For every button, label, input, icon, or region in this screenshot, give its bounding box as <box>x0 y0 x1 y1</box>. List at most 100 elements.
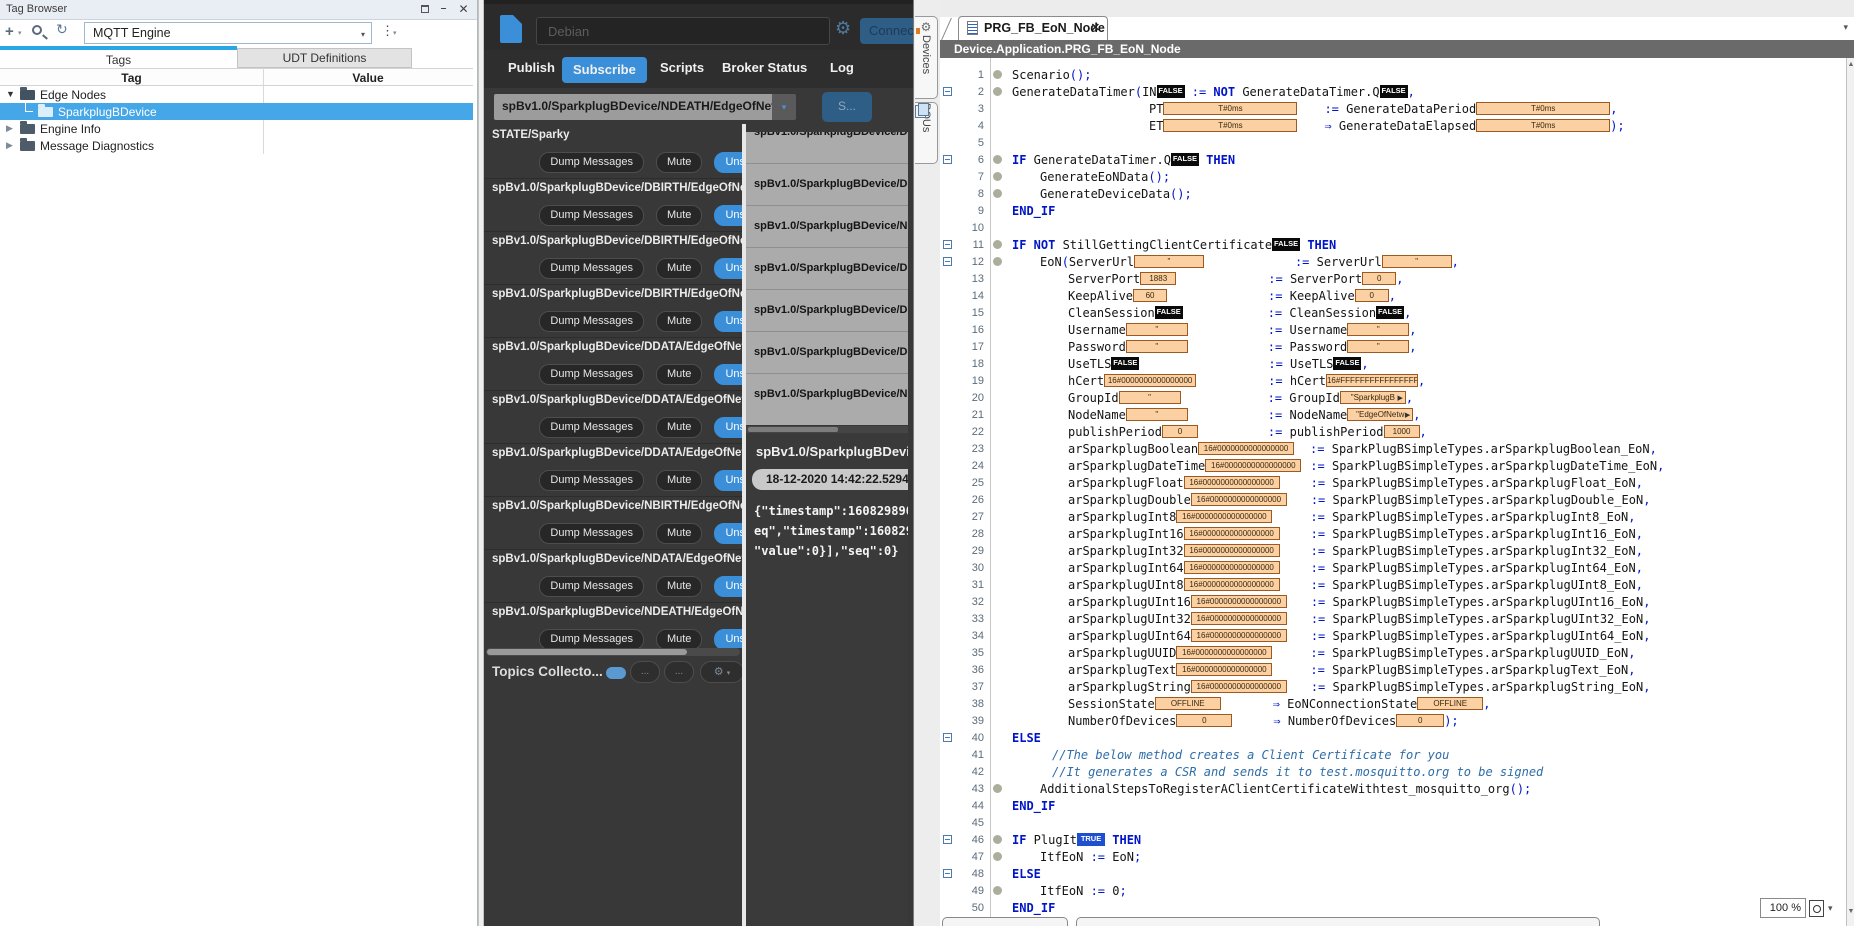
monitor-value-box[interactable]: 16#0000000000000000 <box>1198 442 1294 455</box>
fold-margin[interactable] <box>940 155 954 164</box>
code-text[interactable]: NodeName":= NodeName"EdgeOfNetw▶, <box>1008 408 1421 422</box>
restore-window-icon[interactable] <box>421 5 429 13</box>
monitor-value-box[interactable]: T#0ms <box>1476 119 1610 132</box>
unsubscribe-button[interactable]: Uns <box>714 470 742 491</box>
close-window-icon[interactable]: ✕ <box>458 3 469 14</box>
topics-collector-settings-button[interactable]: ⚙ ▾ <box>700 661 744 683</box>
mute-button[interactable]: Mute <box>656 417 702 438</box>
mute-button[interactable]: Mute <box>656 523 702 544</box>
dump-messages-button[interactable]: Dump Messages <box>539 258 644 279</box>
unsubscribe-button[interactable]: Uns <box>714 258 742 279</box>
fold-collapse-icon[interactable] <box>943 155 952 164</box>
payload-timestamp-badge[interactable]: 18-12-2020 14:42:22.5294265 <box>752 469 908 490</box>
tree-collapsed-icon[interactable]: ▶ <box>6 123 13 134</box>
subscription-row[interactable]: spBv1.0/SparkplugBDevice/DBIRTH/EdgeOfNe… <box>484 179 742 232</box>
tree-item-edge-nodes[interactable]: ▼Edge Nodes <box>0 86 473 103</box>
code-text[interactable]: AdditionalStepsToRegisterAClientCertific… <box>1008 782 1531 796</box>
message-row[interactable]: spBv1.0/SparkplugBDevice/DDAT <box>746 331 908 373</box>
unsubscribe-button[interactable]: Uns <box>714 576 742 597</box>
code-text[interactable]: hCert16#0000000000000000:= hCert16#FFFFF… <box>1008 374 1425 388</box>
fold-margin[interactable] <box>940 733 954 742</box>
fold-collapse-icon[interactable] <box>943 835 952 844</box>
message-row[interactable]: spBv1.0/SparkplugBDevice/DDAT <box>746 247 908 289</box>
dump-messages-button[interactable]: Dump Messages <box>539 311 644 332</box>
subscription-row[interactable]: spBv1.0/SparkplugBDevice/NDEATH/EdgeOfNe… <box>484 603 742 648</box>
code-area[interactable]: 1Scenario();2GenerateDataTimer(INFALSE :… <box>940 58 1846 926</box>
code-text[interactable]: GenerateDataTimer(INFALSE := NOT Generat… <box>1008 85 1415 99</box>
monitor-value-box[interactable]: 0 <box>1362 272 1396 285</box>
fold-margin[interactable] <box>940 835 954 844</box>
code-text[interactable]: ELSE <box>1008 731 1041 745</box>
mqtt-tab-publish[interactable]: Publish <box>508 60 555 75</box>
code-text[interactable]: publishPeriod0:= publishPeriod1000, <box>1008 425 1427 439</box>
subscription-row[interactable]: spBv1.0/SparkplugBDevice/DDATA/EdgeOfNet… <box>484 338 742 391</box>
monitor-value-box[interactable]: 16#0000000000000000 <box>1184 527 1280 540</box>
monitor-value-box[interactable]: " <box>1126 323 1188 336</box>
mqtt-tab-broker-status[interactable]: Broker Status <box>722 60 807 75</box>
code-text[interactable]: arSparkplugString16#0000000000000000:= S… <box>1008 680 1650 694</box>
monitor-value-box[interactable]: 16#0000000000000000 <box>1191 680 1287 693</box>
topics-collector-toggle[interactable] <box>606 667 626 679</box>
code-text[interactable]: ELSE <box>1008 867 1041 881</box>
mute-button[interactable]: Mute <box>656 205 702 226</box>
subscription-row[interactable]: spBv1.0/SparkplugBDevice/NBIRTH/EdgeOfNe… <box>484 497 742 550</box>
tree-item-message-diagnostics[interactable]: ▶Message Diagnostics <box>0 137 473 154</box>
editor-tab-prg-fb-eon-node[interactable]: PRG_FB_EoN_Node ✕ <box>958 16 1108 40</box>
subscription-row[interactable]: STATE/SparkyDump MessagesMuteUns <box>484 126 742 179</box>
tree-item-engine-info[interactable]: ▶Engine Info <box>0 120 473 137</box>
mute-button[interactable]: Mute <box>656 311 702 332</box>
monitor-value-true[interactable]: TRUE <box>1077 833 1105 846</box>
code-text[interactable]: arSparkplugUInt1616#0000000000000000:= S… <box>1008 595 1650 609</box>
code-text[interactable]: arSparkplugFloat16#0000000000000000:= Sp… <box>1008 476 1643 490</box>
dump-messages-button[interactable]: Dump Messages <box>539 205 644 226</box>
code-text[interactable]: arSparkplugUInt3216#0000000000000000:= S… <box>1008 612 1650 626</box>
topic-dropdown-icon[interactable]: ▾ <box>772 94 796 120</box>
monitor-value-box[interactable]: 16#0000000000000000 <box>1184 578 1280 591</box>
tab-list-dropdown-icon[interactable]: ▾ <box>1843 22 1848 33</box>
fold-collapse-icon[interactable] <box>943 87 952 96</box>
code-text[interactable]: Scenario(); <box>1008 68 1091 82</box>
monitor-value-false[interactable]: FALSE <box>1155 306 1183 319</box>
add-tag-dropdown-icon[interactable]: ▾ <box>18 29 22 37</box>
tree-item-sparkplugbdevice[interactable]: SparkplugBDevice <box>0 103 473 120</box>
dump-messages-button[interactable]: Dump Messages <box>539 364 644 385</box>
subscribe-button[interactable]: S... <box>822 92 872 122</box>
zoom-magnifier-icon[interactable] <box>1809 900 1824 917</box>
monitor-value-false[interactable]: FALSE <box>1380 85 1408 98</box>
monitor-value-box[interactable]: 60 <box>1133 289 1167 302</box>
code-text[interactable]: arSparkplugInt6416#0000000000000000:= Sp… <box>1008 561 1643 575</box>
monitor-value-box[interactable]: 16#0000000000000000 <box>1176 510 1272 523</box>
scroll-up-icon[interactable]: ▲ <box>1847 61 1854 68</box>
connect-button[interactable]: Connect <box>860 18 913 44</box>
unsubscribe-button[interactable]: Uns <box>714 629 742 648</box>
code-text[interactable]: arSparkplugUUID16#0000000000000000:= Spa… <box>1008 646 1636 660</box>
code-text[interactable]: END_IF <box>1008 799 1055 813</box>
code-text[interactable]: arSparkplugText16#0000000000000000:= Spa… <box>1008 663 1636 677</box>
monitor-value-box[interactable]: OFFLINE <box>1417 697 1483 710</box>
zoom-chevron-icon[interactable]: ▾ <box>1828 903 1833 914</box>
code-text[interactable]: SessionStateOFFLINE⇒ EoNConnectionStateO… <box>1008 697 1490 711</box>
tree-expanded-icon[interactable]: ▼ <box>6 89 15 99</box>
code-text[interactable]: ItfEoN := EoN; <box>1008 850 1141 864</box>
monitor-value-box[interactable]: OFFLINE <box>1155 697 1221 710</box>
more-options-arrow-icon[interactable]: ▾ <box>393 29 397 37</box>
provider-select-arrow-icon[interactable]: ▾ <box>361 30 365 39</box>
monitor-value-box[interactable]: 16#0000000000000000 <box>1191 612 1287 625</box>
subscription-list-scrollbar[interactable] <box>486 648 740 656</box>
message-row[interactable]: spBv1.0/SparkplugBDevice/DDAT <box>746 289 908 331</box>
fold-collapse-icon[interactable] <box>943 869 952 878</box>
code-text[interactable]: arSparkplugUInt6416#0000000000000000:= S… <box>1008 629 1650 643</box>
fold-margin[interactable] <box>940 257 954 266</box>
close-tab-icon[interactable]: ✕ <box>1091 21 1100 34</box>
profile-document-icon[interactable] <box>500 15 522 43</box>
topics-collector-button-2[interactable]: ... <box>664 661 694 683</box>
sidebar-tab-pous[interactable]: POUs <box>915 102 938 164</box>
code-text[interactable]: //The below method creates a Client Cert… <box>1008 748 1449 762</box>
tree-collapsed-icon[interactable]: ▶ <box>6 140 13 151</box>
code-text[interactable]: GroupId":= GroupId"SparkplugB▶, <box>1008 391 1413 405</box>
profile-select[interactable]: Debian <box>536 17 830 45</box>
code-text[interactable]: GenerateDeviceData(); <box>1008 187 1192 201</box>
monitor-value-box[interactable]: 16#0000000000000000 <box>1176 646 1272 659</box>
fold-margin[interactable] <box>940 240 954 249</box>
dump-messages-button[interactable]: Dump Messages <box>539 576 644 597</box>
